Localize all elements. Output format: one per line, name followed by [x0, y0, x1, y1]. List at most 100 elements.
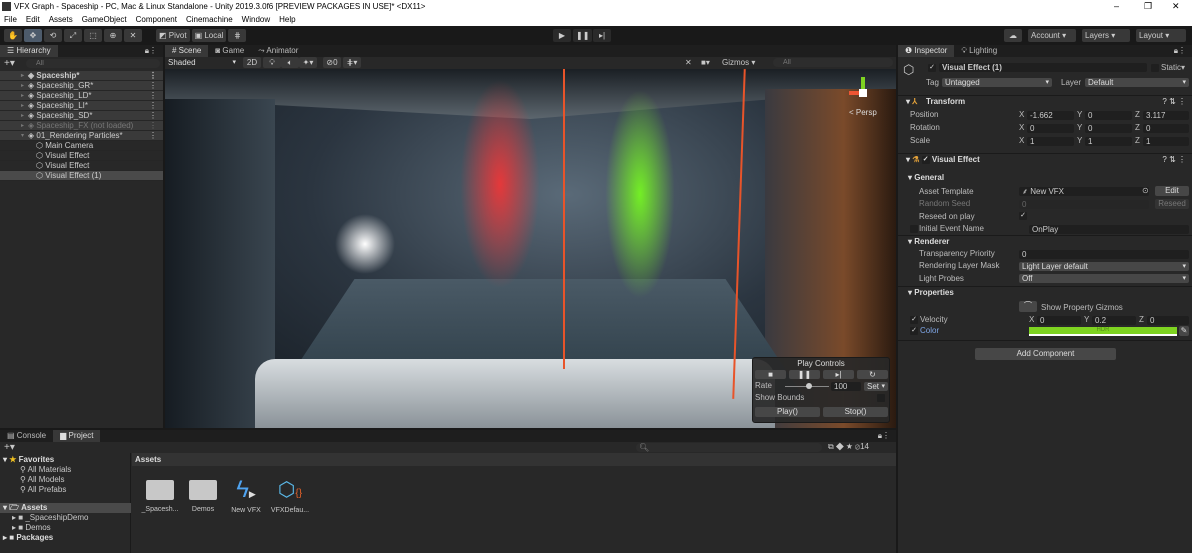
grid-toggle-icon[interactable]: ⋕▾ [343, 57, 361, 68]
gizmos-dropdown[interactable]: Gizmos ▾ [722, 58, 755, 67]
assets-breadcrumb[interactable]: Assets [132, 453, 896, 466]
more-icon[interactable]: ⋮ [149, 121, 157, 131]
fav-all-materials[interactable]: ⚲ All Materials [20, 465, 71, 475]
scene-search-input[interactable] [773, 58, 893, 67]
static-dropdown[interactable]: Static▾ [1161, 63, 1185, 73]
rotation-y-input[interactable]: 0 [1085, 124, 1132, 133]
tab-animator[interactable]: ⤳ Animator [251, 45, 305, 57]
rotation-z-input[interactable]: 0 [1143, 124, 1189, 133]
camera-dropdown[interactable]: ■▾ [701, 58, 710, 67]
more-icon[interactable]: ⋮ [149, 91, 157, 101]
hidden-objects-toggle[interactable]: ⊘0 [323, 57, 341, 68]
velocity-y-input[interactable]: 0.2 [1092, 316, 1136, 325]
tab-scene[interactable]: # Scene [165, 45, 209, 57]
shading-dropdown[interactable]: Shaded [165, 58, 239, 67]
component-menu-icon[interactable]: ? ⇅ ⋮ [1162, 96, 1186, 108]
close-button[interactable]: ✕ [1172, 0, 1180, 13]
assets-folder-item[interactable]: ▾ 🗁︎ Assets [0, 503, 131, 513]
tools-icon[interactable]: ✕ [685, 58, 692, 67]
favorites-item[interactable]: ▾ ★ Favorites [3, 455, 54, 465]
custom-tool-icon[interactable]: ✕ [124, 29, 142, 42]
hierarchy-search-input[interactable] [26, 59, 160, 68]
hierarchy-item[interactable]: ⬡ Visual Effect [0, 161, 163, 171]
layer-dropdown[interactable]: Default [1085, 78, 1189, 87]
project-create-button[interactable]: +▾ [4, 442, 15, 453]
tag-dropdown[interactable]: Untagged [942, 78, 1052, 87]
show-bounds-checkbox[interactable] [877, 394, 885, 402]
more-icon[interactable]: ⋮ [149, 71, 157, 81]
maximize-button[interactable]: ❐ [1144, 0, 1152, 13]
play-button[interactable]: ▶ [553, 29, 571, 42]
color-field[interactable]: HDR [1029, 327, 1177, 336]
2d-toggle[interactable]: 2D [243, 57, 261, 68]
initial-event-checkbox[interactable] [910, 225, 918, 233]
transform-tool-icon[interactable]: ⊕ [104, 29, 122, 42]
lighting-toggle-icon[interactable]: 💡︎ [263, 57, 281, 68]
menu-component[interactable]: Component [136, 13, 177, 26]
account-dropdown[interactable]: Account ▾ [1028, 29, 1076, 42]
scale-z-input[interactable]: 1 [1143, 137, 1189, 146]
hierarchy-item[interactable]: ▾ ◈ 01_Rendering Particles* ⋮ [0, 131, 163, 141]
property-gizmo-icon[interactable]: ⌒ [1019, 301, 1037, 312]
more-icon[interactable]: ⋮ [149, 101, 157, 111]
hand-tool-icon[interactable]: ✋ [4, 29, 22, 42]
layout-dropdown[interactable]: Layout ▾ [1136, 29, 1186, 42]
more-icon[interactable]: ⋮ [149, 111, 157, 121]
edit-button[interactable]: Edit [1155, 186, 1189, 196]
asset-folder-demos[interactable]: Demos [183, 477, 223, 513]
pause-button[interactable]: ❚❚ [573, 29, 593, 42]
initial-event-input[interactable]: OnPlay [1029, 225, 1189, 234]
fav-all-prefabs[interactable]: ⚲ All Prefabs [20, 485, 66, 495]
rate-slider-thumb[interactable] [806, 383, 813, 389]
scale-tool-icon[interactable]: ⤢ [64, 29, 82, 42]
persp-label[interactable]: < Persp [849, 108, 877, 117]
set-dropdown[interactable]: Set [864, 382, 888, 391]
lock-icon[interactable]: 🔒︎⋮ [145, 46, 157, 56]
scale-y-input[interactable]: 1 [1085, 137, 1132, 146]
pause-icon[interactable]: ❚❚ [789, 370, 820, 379]
velocity-x-input[interactable]: 0 [1037, 316, 1081, 325]
menu-assets[interactable]: Assets [49, 13, 73, 26]
stop-icon[interactable]: ■ [755, 370, 786, 379]
effects-toggle-icon[interactable]: ✦▾ [299, 57, 317, 68]
menu-cinemachine[interactable]: Cinemachine [186, 13, 233, 26]
hierarchy-item[interactable]: ▸ ◈ Spaceship_FX (not loaded) ⋮ [0, 121, 163, 131]
hierarchy-item[interactable]: ⬡ Visual Effect [0, 151, 163, 161]
cloud-icon[interactable]: ☁ [1004, 29, 1022, 42]
hierarchy-item[interactable]: ▸ ◈ Spaceship_GR* ⋮ [0, 81, 163, 91]
scene-viewport[interactable]: < Persp Play Controls ■ ❚❚ ▸| ↻ Rate 100… [165, 69, 896, 428]
rotate-tool-icon[interactable]: ⟲ [44, 29, 62, 42]
menu-gameobject[interactable]: GameObject [82, 13, 127, 26]
object-name-input[interactable]: Visual Effect (1) [939, 63, 1147, 72]
move-tool-icon[interactable]: ✥ [24, 29, 42, 42]
tab-inspector[interactable]: ❶ Inspector [898, 45, 955, 57]
velocity-override-checkbox[interactable]: ✓ [910, 316, 918, 324]
tab-game[interactable]: ◙ Game [208, 45, 251, 57]
folder-spaceshipdemo[interactable]: ▸ ■ _SpaceshipDemo [12, 513, 88, 523]
stop-event-button[interactable]: Stop() [823, 407, 888, 417]
layers-dropdown[interactable]: Layers ▾ [1082, 29, 1130, 42]
position-z-input[interactable]: 3.117 [1143, 111, 1189, 120]
properties-foldout[interactable]: ▾ Properties [898, 286, 1192, 298]
visual-effect-enabled-checkbox[interactable]: ✓ [921, 155, 930, 164]
step-button[interactable]: ▸| [593, 29, 611, 42]
hierarchy-item[interactable]: ▸ ◈ Spaceship_LI* ⋮ [0, 101, 163, 111]
rect-tool-icon[interactable]: ⬚ [84, 29, 102, 42]
position-x-input[interactable]: -1.662 [1027, 111, 1074, 120]
minimize-button[interactable]: – [1114, 0, 1119, 13]
fav-all-models[interactable]: ⚲ All Models [20, 475, 65, 485]
play-event-button[interactable]: Play() [755, 407, 820, 417]
more-icon[interactable]: ⋮ [149, 81, 157, 91]
light-probes-dropdown[interactable]: Off [1019, 274, 1189, 283]
reseed-on-play-checkbox[interactable]: ✓ [1019, 212, 1027, 220]
tab-console[interactable]: ▤ Console [0, 430, 53, 442]
rendering-layer-mask-dropdown[interactable]: Light Layer default [1019, 262, 1189, 271]
menu-help[interactable]: Help [279, 13, 295, 26]
restart-icon[interactable]: ↻ [857, 370, 888, 379]
visual-effect-header[interactable]: ▾ ⚗ ✓ Visual Effect? ⇅ ⋮ [898, 153, 1192, 165]
asset-template-field[interactable]: ⸙ New VFX [1019, 187, 1149, 196]
hierarchy-item[interactable]: ⬡ Visual Effect (1) [0, 171, 163, 181]
menu-edit[interactable]: Edit [26, 13, 40, 26]
transparency-priority-input[interactable]: 0 [1019, 250, 1189, 259]
folder-demos[interactable]: ▸ ■ Demos [12, 523, 51, 533]
